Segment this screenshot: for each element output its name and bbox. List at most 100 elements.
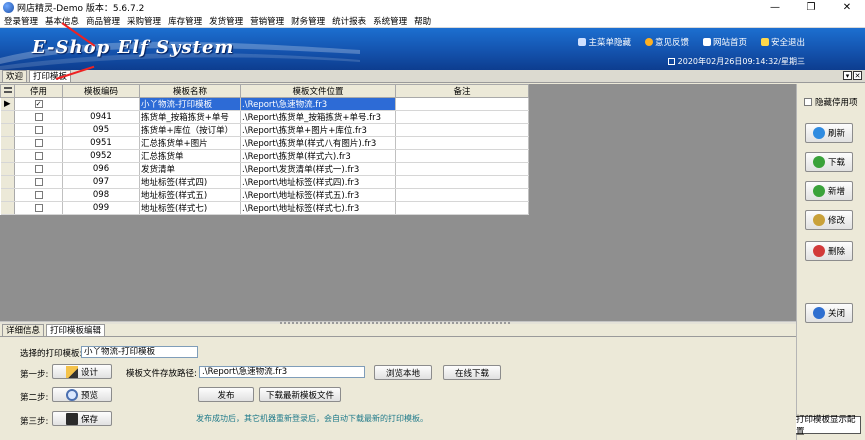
- table-row[interactable]: 099 地址标签(样式七) .\Report\地址标签(样式七).fr3: [0, 201, 529, 215]
- cell-code: 0951: [62, 136, 140, 150]
- banner-links: 主菜单隐藏 意见反馈 网站首页 安全退出: [564, 36, 805, 48]
- cell-path: .\Report\拣货单(样式六).fr3: [240, 149, 396, 163]
- menu-marketing[interactable]: 营销管理: [246, 15, 287, 27]
- disabled-checkbox[interactable]: [34, 138, 43, 147]
- add-icon: [812, 185, 825, 197]
- table-row[interactable]: 095 拣货单+库位（按订单） .\Report\拣货单+图片+库位.fr3: [0, 123, 529, 137]
- cell-name: 地址标签(样式五): [139, 188, 241, 202]
- cell-path: .\Report\发货清单(样式一).fr3: [240, 162, 396, 176]
- save-button[interactable]: 保存: [52, 411, 112, 426]
- publish-button[interactable]: 发布: [198, 387, 254, 402]
- cell-path: .\Report\拣货单(样式八有图片).fr3: [240, 136, 396, 150]
- grid-corner[interactable]: [0, 84, 15, 98]
- hide-disabled-option[interactable]: 隐藏停用项: [804, 96, 858, 108]
- cell-name: 拣货单+库位（按订单）: [139, 123, 241, 137]
- power-icon: [812, 307, 825, 319]
- table-row[interactable]: ▶ ✓ 小丫物流-打印模板 .\Report\急速物流.fr3: [0, 97, 529, 111]
- tab-list-button[interactable]: ▾: [843, 71, 852, 80]
- cell-note: [395, 136, 529, 150]
- disabled-checkbox[interactable]: [34, 190, 43, 199]
- tab-controls: ▾ ✕: [842, 71, 862, 80]
- cell-name: 汇总拣货单+图片: [139, 136, 241, 150]
- row-indicator: [0, 136, 15, 150]
- row-indicator: [0, 175, 15, 189]
- tab-details[interactable]: 详细信息: [2, 324, 45, 336]
- disabled-checkbox[interactable]: ✓: [34, 99, 43, 108]
- menu-finance[interactable]: 财务管理: [287, 15, 328, 27]
- menu-purchase[interactable]: 采购管理: [123, 15, 164, 27]
- window-title: 网店精灵-Demo 版本：5.6.7.2: [17, 4, 145, 14]
- table-row[interactable]: 097 地址标签(样式四) .\Report\地址标签(样式四).fr3: [0, 175, 529, 189]
- download-button[interactable]: 下载: [805, 152, 853, 172]
- cell-note: [395, 149, 529, 163]
- cell-note: [395, 188, 529, 202]
- cell-path: .\Report\拣货单_按箱拣货+单号.fr3: [240, 110, 396, 124]
- selected-template-field[interactable]: 小丫物流-打印模板: [81, 346, 198, 358]
- hide-disabled-checkbox[interactable]: [804, 98, 812, 106]
- template-editor: 选择的打印模板: 小丫物流-打印模板 第一步: 设计 模板文件存放路径: .\R…: [0, 337, 796, 440]
- table-row[interactable]: 0951 汇总拣货单+图片 .\Report\拣货单(样式八有图片).fr3: [0, 136, 529, 150]
- disabled-checkbox[interactable]: [34, 177, 43, 186]
- tab-close-button[interactable]: ✕: [853, 71, 862, 80]
- browse-local-button[interactable]: 浏览本地: [374, 365, 432, 380]
- calendar-icon: [667, 58, 675, 65]
- disabled-checkbox[interactable]: [34, 203, 43, 212]
- datetime-display: 2020年02月26日09:14:32/星期三: [667, 56, 805, 67]
- disabled-checkbox[interactable]: [34, 125, 43, 134]
- cell-name: 地址标签(样式七): [139, 201, 241, 215]
- table-row[interactable]: 0941 拣货单_按箱拣货+单号 .\Report\拣货单_按箱拣货+单号.fr…: [0, 110, 529, 124]
- title-bar: 网店精灵-Demo 版本：5.6.7.2 — ❐ ✕: [0, 0, 865, 15]
- edit-button[interactable]: 修改: [805, 210, 853, 230]
- feedback-link[interactable]: 意见反馈: [644, 36, 689, 48]
- disabled-checkbox[interactable]: [34, 164, 43, 173]
- close-button[interactable]: ✕: [829, 0, 865, 15]
- tab-template-edit[interactable]: 打印模板编辑: [46, 324, 106, 336]
- preview-button[interactable]: 预览: [52, 387, 112, 402]
- menu-icon: [578, 38, 587, 46]
- template-path-field[interactable]: .\Report\急速物流.fr3: [199, 366, 365, 378]
- design-button[interactable]: 设计: [52, 364, 112, 379]
- table-row[interactable]: 0952 汇总拣货单 .\Report\拣货单(样式六).fr3: [0, 149, 529, 163]
- menu-shipping[interactable]: 发货管理: [205, 15, 246, 27]
- homepage-link[interactable]: 网站首页: [702, 36, 747, 48]
- menu-products[interactable]: 商品管理: [82, 15, 123, 27]
- logout-link[interactable]: 安全退出: [760, 36, 805, 48]
- col-path[interactable]: 模板文件位置: [240, 84, 396, 98]
- cell-path: .\Report\地址标签(样式五).fr3: [240, 188, 396, 202]
- table-row[interactable]: 096 发货清单 .\Report\发货清单(样式一).fr3: [0, 162, 529, 176]
- download-latest-button[interactable]: 下载最新模板文件: [259, 387, 341, 402]
- cell-path: .\Report\地址标签(样式七).fr3: [240, 201, 396, 215]
- step3-label: 第三步:: [20, 417, 49, 427]
- tab-welcome[interactable]: 欢迎: [2, 70, 28, 82]
- col-note[interactable]: 备注: [395, 84, 529, 98]
- add-button[interactable]: 新增: [805, 181, 853, 201]
- menu-inventory[interactable]: 库存管理: [164, 15, 205, 27]
- menu-basic-info[interactable]: 基本信息: [41, 15, 82, 27]
- window-controls: — ❐ ✕: [757, 0, 865, 15]
- hide-menu-link[interactable]: 主菜单隐藏: [578, 36, 631, 48]
- col-disabled[interactable]: 停用: [14, 84, 63, 98]
- disabled-checkbox[interactable]: [34, 112, 43, 121]
- row-indicator: [0, 162, 15, 176]
- delete-button[interactable]: 删除: [805, 241, 853, 261]
- col-name[interactable]: 模板名称: [139, 84, 241, 98]
- refresh-button[interactable]: 刷新: [805, 123, 853, 143]
- disabled-checkbox[interactable]: [34, 151, 43, 160]
- cell-path: .\Report\地址标签(样式四).fr3: [240, 175, 396, 189]
- maximize-button[interactable]: ❐: [793, 0, 829, 15]
- cell-note: [395, 97, 529, 111]
- menu-reports[interactable]: 统计报表: [328, 15, 369, 27]
- cell-note: [395, 201, 529, 215]
- table-row[interactable]: 098 地址标签(样式五) .\Report\地址标签(样式五).fr3: [0, 188, 529, 202]
- template-display-config-button[interactable]: 打印模板显示配置: [795, 415, 861, 437]
- pencil-icon: [65, 365, 78, 378]
- grid-menu-icon: [3, 87, 12, 93]
- close-panel-button[interactable]: 关闭: [805, 303, 853, 323]
- menu-system[interactable]: 系统管理: [369, 15, 410, 27]
- floppy-icon: [65, 412, 78, 425]
- online-download-button[interactable]: 在线下载: [443, 365, 501, 380]
- col-code[interactable]: 模板编码: [62, 84, 140, 98]
- menu-login[interactable]: 登录管理: [0, 15, 41, 27]
- minimize-button[interactable]: —: [757, 0, 793, 15]
- menu-help[interactable]: 帮助: [410, 15, 434, 27]
